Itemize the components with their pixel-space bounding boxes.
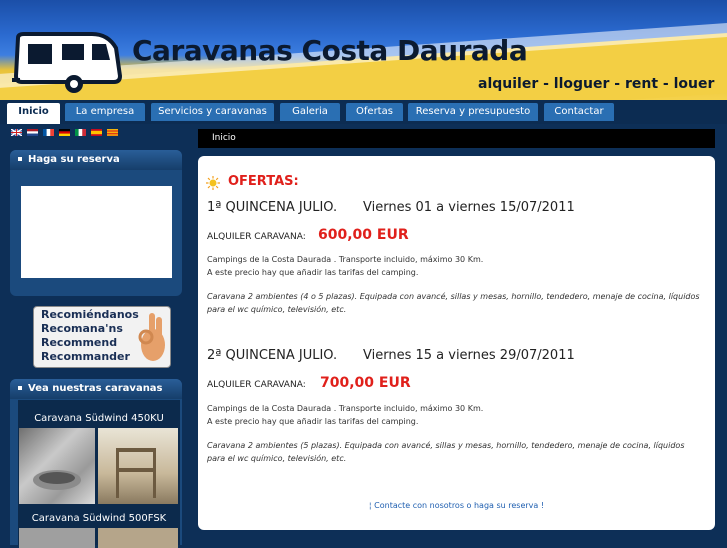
caravan-icon: [12, 32, 123, 93]
offer-2-price-label: ALQUILER CARAVANA:: [207, 380, 306, 390]
tab-ofertas[interactable]: Ofertas: [346, 103, 403, 121]
recommend-es: Recomiéndanos: [41, 308, 139, 321]
caravan-photo-3[interactable]: [19, 528, 95, 548]
tab-la-empresa[interactable]: La empresa: [65, 103, 145, 121]
offer-1-price: 600,00 EUR: [318, 227, 409, 243]
tab-galeria[interactable]: Galeria: [280, 103, 340, 121]
caravan-photo-4[interactable]: [98, 528, 178, 548]
caravan-photo-interior[interactable]: [98, 428, 178, 504]
tab-reserva-y-presupuesto[interactable]: Reserva y presupuesto: [408, 103, 538, 121]
offer-2-line2: A este precio hay que añadir las tarifas…: [207, 417, 419, 426]
sink-icon: [33, 470, 81, 490]
offer-2-description: Caravana 2 ambientes (5 plazas). Equipad…: [207, 441, 685, 463]
booking-panel: Haga su reserva: [10, 150, 182, 296]
italian-flag-icon[interactable]: [75, 129, 86, 136]
site-title[interactable]: Caravanas Costa Daurada: [132, 34, 528, 67]
offer-2-dates: Viernes 15 a viernes 29/07/2011: [363, 348, 575, 363]
offer-1-dates: Viernes 01 a viernes 15/07/2011: [363, 200, 575, 215]
caravan-photo-kitchen[interactable]: [19, 428, 95, 504]
offer-1-period: 1ª QUINCENA JULIO.: [207, 200, 338, 215]
english-flag-icon[interactable]: [11, 129, 22, 136]
main-nav: Inicio La empresa Servicios y caravanas …: [0, 100, 727, 124]
offer-2-price: 700,00 EUR: [320, 375, 411, 391]
german-flag-icon[interactable]: [59, 129, 70, 136]
offer-2-line1: Campings de la Costa Daurada . Transport…: [207, 404, 484, 413]
recommend-ca: Recomana'ns: [41, 322, 123, 335]
french-flag-icon[interactable]: [43, 129, 54, 136]
offer-1-line1: Campings de la Costa Daurada . Transport…: [207, 255, 484, 264]
offer-1-price-label: ALQUILER CARAVANA:: [207, 232, 306, 242]
breadcrumb: Inicio: [198, 129, 715, 148]
site-banner: Caravanas Costa Daurada alquiler - llogu…: [0, 0, 727, 100]
sun-icon: [206, 176, 220, 190]
bullet-icon: [18, 386, 22, 390]
caravans-panel-header: Vea nuestras caravanas: [10, 379, 182, 399]
recommend-button[interactable]: Recomiéndanos Recomana'ns Recommend Reco…: [33, 306, 171, 368]
tab-servicios-y-caravanas[interactable]: Servicios y caravanas: [151, 103, 274, 121]
booking-panel-header: Haga su reserva: [10, 150, 182, 170]
offer-1-line2: A este precio hay que añadir las tarifas…: [207, 268, 419, 277]
caravans-title: Vea nuestras caravanas: [28, 383, 163, 394]
offer-1-description: Caravana 2 ambientes (4 o 5 plazas). Equ…: [207, 292, 700, 314]
site-tagline: alquiler - lloguer - rent - louer: [478, 76, 715, 92]
offer-2-period: 2ª QUINCENA JULIO.: [207, 348, 338, 363]
breadcrumb-home[interactable]: Inicio: [198, 133, 236, 143]
booking-widget[interactable]: [21, 186, 172, 278]
catalan-flag-icon[interactable]: [107, 129, 118, 136]
offers-title: OFERTAS:: [228, 174, 299, 189]
recommend-en: Recommend: [41, 336, 118, 349]
bullet-icon: [18, 157, 22, 161]
tab-inicio[interactable]: Inicio: [7, 103, 60, 124]
recommend-fr: Recommander: [41, 350, 130, 363]
dutch-flag-icon[interactable]: [27, 129, 38, 136]
caravan-caption-1[interactable]: Caravana Südwind 450KU: [18, 413, 180, 424]
main-content: OFERTAS: 1ª QUINCENA JULIO. Viernes 01 a…: [198, 156, 715, 530]
ok-hand-icon: [138, 313, 165, 361]
caravan-caption-2[interactable]: Caravana Südwind 500FSK: [18, 513, 180, 524]
tab-contactar[interactable]: Contactar: [544, 103, 614, 121]
booking-title: Haga su reserva: [28, 154, 120, 165]
caravan-gallery: Caravana Südwind 450KU Caravana Südwind …: [18, 400, 180, 548]
bunk-icon: [116, 448, 156, 498]
contact-link[interactable]: ¦ Contacte con nosotros o haga su reserv…: [198, 501, 715, 510]
spanish-flag-icon[interactable]: [91, 129, 102, 136]
